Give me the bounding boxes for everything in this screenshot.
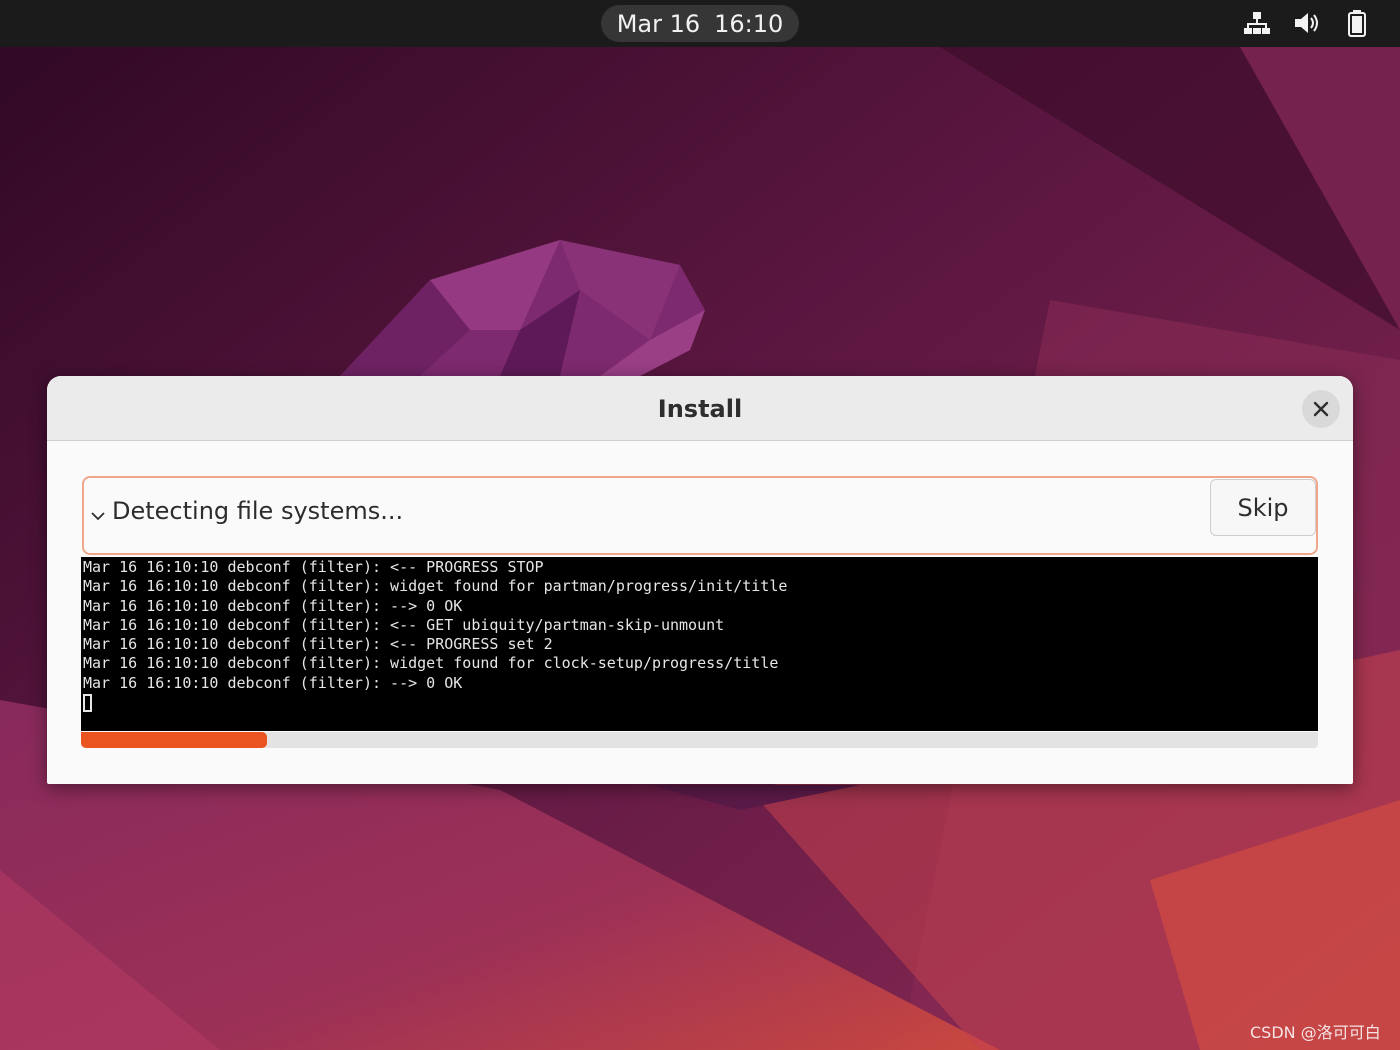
progress-fill xyxy=(81,732,267,748)
clock-button[interactable]: Mar 16 16:10 xyxy=(601,5,799,42)
dialog-title: Install xyxy=(657,395,743,423)
log-line: Mar 16 16:10:10 debconf (filter): widget… xyxy=(83,577,788,596)
top-bar: Mar 16 16:10 xyxy=(0,0,1400,47)
log-line: Mar 16 16:10:10 debconf (filter): <-- GE… xyxy=(83,615,725,634)
log-line: Mar 16 16:10:10 debconf (filter): --> 0 … xyxy=(83,673,463,692)
chevron-down-icon[interactable] xyxy=(90,508,106,524)
dialog-titlebar: Install xyxy=(47,376,1353,441)
time-label: 16:10 xyxy=(714,9,784,38)
progress-section: Detecting file systems... Skip xyxy=(82,476,1318,555)
progress-bar xyxy=(81,732,1318,748)
date-label: Mar 16 xyxy=(616,9,701,38)
log-line: Mar 16 16:10:10 debconf (filter): widget… xyxy=(83,654,779,673)
log-terminal[interactable]: Mar 16 16:10:10 debconf (filter): <-- PR… xyxy=(81,557,1318,731)
log-line: Mar 16 16:10:10 debconf (filter): <-- PR… xyxy=(83,635,553,654)
network-icon[interactable] xyxy=(1242,9,1272,37)
watermark: CSDN @洛可可白 xyxy=(1250,1023,1381,1042)
skip-button[interactable]: Skip xyxy=(1210,479,1316,536)
battery-icon[interactable] xyxy=(1342,9,1372,37)
status-text: Detecting file systems... xyxy=(112,497,404,525)
install-dialog: Install Detecting file systems... Skip M… xyxy=(47,376,1353,784)
volume-icon[interactable] xyxy=(1292,9,1322,37)
terminal-cursor xyxy=(83,694,92,713)
log-line: Mar 16 16:10:10 debconf (filter): --> 0 … xyxy=(83,596,463,615)
close-button[interactable] xyxy=(1302,390,1340,428)
close-icon xyxy=(1313,401,1329,417)
log-lines: Mar 16 16:10:10 debconf (filter): <-- PR… xyxy=(81,558,1318,693)
log-line: Mar 16 16:10:10 debconf (filter): <-- PR… xyxy=(83,558,544,576)
